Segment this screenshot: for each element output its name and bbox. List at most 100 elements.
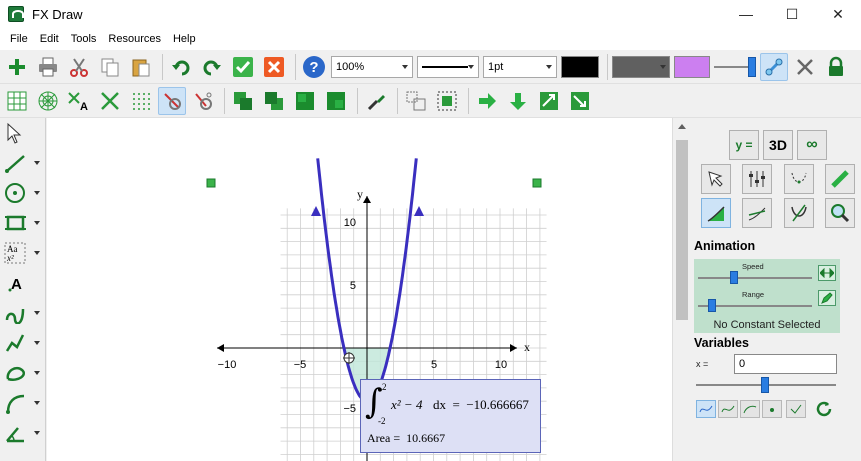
rotate-down-icon[interactable] [566,87,594,115]
text-tool[interactable]: A [0,268,44,298]
chevron-down-icon [34,221,40,225]
y-axis-label: y [357,187,363,201]
menu-help[interactable]: Help [167,33,202,45]
main-toolbar: ? 100% 1pt [0,50,861,84]
graph-points-button[interactable] [784,164,814,194]
graph-area-button[interactable] [701,198,731,228]
graph-select-button[interactable] [701,164,731,194]
3d-mode-button[interactable]: 3D [763,130,793,160]
maximize-button[interactable]: ☐ [769,0,815,28]
align-icon[interactable] [402,87,430,115]
graph-ruler-button[interactable] [825,164,855,194]
ruler-icon [831,170,849,188]
drawing-canvas[interactable]: −10 −5 5 10 10 5 −5 x y ∫ 2 -2 x² − 4 dx… [47,118,672,461]
menu-edit[interactable]: Edit [34,33,65,45]
polar-grid-icon[interactable] [34,87,62,115]
bring-front-icon[interactable] [229,87,257,115]
parabola-points-icon [791,172,807,184]
play-mode-forward-button[interactable] [718,400,738,418]
variable-slider-thumb[interactable] [761,377,769,393]
play-animation-button[interactable] [818,265,836,281]
line-tool[interactable] [0,148,44,178]
variable-value-input[interactable]: 0 [734,354,837,374]
area-icon [707,206,725,222]
redo-icon[interactable] [198,53,226,81]
step-forward-button[interactable] [786,400,806,418]
line-width-select[interactable]: 1pt [483,55,557,78]
graph-toolbar: A [0,84,861,118]
scrollbar-thumb[interactable] [676,140,688,320]
graph-zoom-button[interactable] [825,198,855,228]
step-back-button[interactable] [762,400,782,418]
lock-icon[interactable] [822,53,850,81]
copy-icon[interactable] [96,53,124,81]
integral-result-box[interactable]: ∫ 2 -2 x² − 4 dx = −10.666667 Area = 10.… [360,379,541,453]
snap-icon[interactable] [760,52,788,81]
selection-handle[interactable] [532,178,542,188]
zoom-select[interactable]: 100% [331,55,413,78]
integral-lower-limit: -2 [378,416,386,426]
reset-button[interactable] [814,399,834,419]
selection-handle[interactable] [206,178,216,188]
freehand-tool[interactable] [0,358,44,388]
print-icon[interactable] [34,53,62,81]
range-slider-thumb[interactable] [708,299,716,312]
play-mode-loop-button[interactable] [696,400,716,418]
cut-icon[interactable] [65,53,93,81]
polyline-tool[interactable] [0,328,44,358]
move-down-icon[interactable] [504,87,532,115]
group-icon[interactable] [291,87,319,115]
arc-tool[interactable] [0,388,44,418]
highlight-color-swatch[interactable] [674,55,710,78]
point-link-icon[interactable] [189,87,217,115]
circle-tool[interactable] [0,178,44,208]
new-icon[interactable] [3,53,31,81]
select-tool[interactable] [0,118,44,148]
graph-tangent-button[interactable] [742,198,772,228]
curve-tool[interactable] [0,298,44,328]
format-painter-icon[interactable] [362,87,390,115]
rotate-up-icon[interactable] [535,87,563,115]
tools-icon[interactable] [791,53,819,81]
angle-tool[interactable] [0,418,44,448]
distribute-icon[interactable] [433,87,461,115]
line-color-swatch[interactable] [561,55,599,78]
slider-thumb[interactable] [748,56,756,77]
infinity-mode-button[interactable]: ∞ [797,130,827,160]
axes-icon[interactable] [96,87,124,115]
function-mode-button[interactable]: y = [729,130,759,160]
speed-slider-track[interactable] [698,277,812,279]
opacity-slider[interactable] [714,55,758,79]
close-button[interactable]: ✕ [815,0,861,28]
menu-file[interactable]: File [4,33,34,45]
scroll-up-icon[interactable] [678,124,686,129]
axis-label-icon[interactable]: A [65,87,93,115]
point-snap-icon[interactable] [158,86,186,115]
ungroup-icon[interactable] [322,87,350,115]
check-icon[interactable] [229,53,257,81]
paste-icon[interactable] [127,53,155,81]
graph-settings-button[interactable] [742,164,772,194]
help-icon[interactable]: ? [300,53,328,81]
send-back-icon[interactable] [260,87,288,115]
integrand: x² − 4 [391,397,423,412]
dot-grid-icon[interactable] [127,87,155,115]
sliders-icon [749,171,765,187]
chevron-down-icon [34,311,40,315]
edit-range-button[interactable] [818,290,836,306]
speed-slider-thumb[interactable] [730,271,738,284]
line-style-select[interactable] [417,55,479,78]
fill-color-select[interactable] [612,55,670,78]
play-mode-reverse-button[interactable] [740,400,760,418]
menu-tools[interactable]: Tools [65,33,103,45]
equation-tool[interactable]: Aa x² [0,238,44,268]
move-right-icon[interactable] [473,87,501,115]
minimize-button[interactable]: — [723,0,769,28]
cancel-icon[interactable] [260,53,288,81]
rectangle-tool[interactable] [0,208,44,238]
vertical-scrollbar[interactable] [672,118,690,461]
graph-derivative-button[interactable] [784,198,814,228]
menu-resources[interactable]: Resources [102,33,167,45]
undo-icon[interactable] [167,53,195,81]
grid-icon[interactable] [3,87,31,115]
